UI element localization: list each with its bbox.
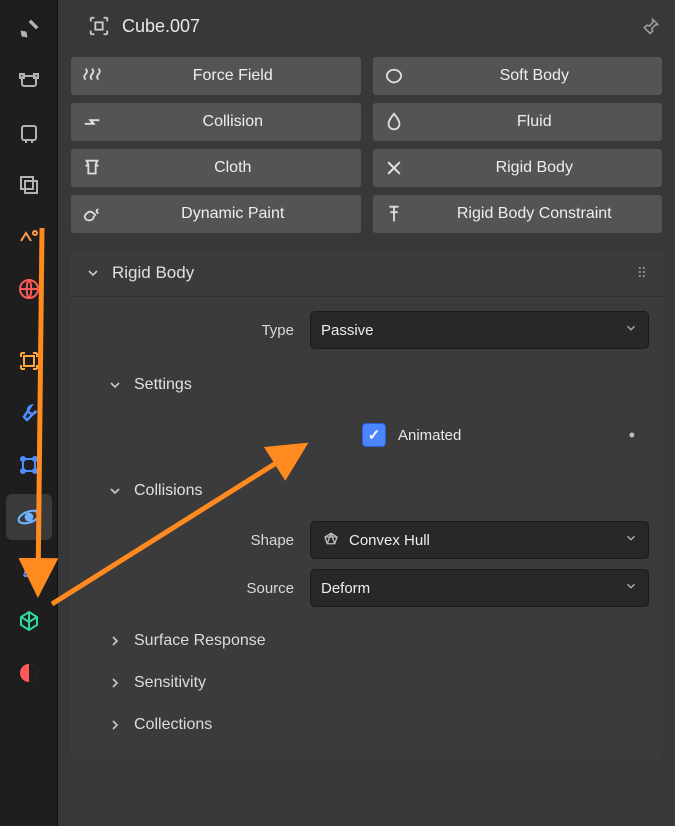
cloth-icon [79,157,105,179]
chevron-right-icon [106,632,124,650]
tab-tool[interactable] [6,6,52,52]
settings-subpanel-header[interactable]: Settings [84,365,649,405]
chevron-right-icon [106,716,124,734]
chevron-right-icon [106,674,124,692]
source-label: Source [84,580,300,597]
tab-data[interactable] [6,598,52,644]
animated-checkbox[interactable]: ✓ [362,423,386,447]
tab-render[interactable] [6,58,52,104]
properties-main: Cube.007 Force Field [58,0,675,826]
physics-modules-grid: Force Field Collision Cloth [70,56,663,234]
tab-output[interactable] [6,110,52,156]
rigid-body-constraint-button[interactable]: Rigid Body Constraint [372,194,664,234]
rigid-body-constraint-icon [381,203,407,225]
tab-modifier[interactable] [6,390,52,436]
chevron-down-icon [106,376,124,394]
soft-body-icon [381,65,407,87]
pin-icon[interactable] [639,14,663,38]
tab-viewlayer[interactable] [6,162,52,208]
tab-material[interactable] [6,650,52,696]
source-select[interactable]: Deform [310,569,649,607]
collision-button[interactable]: Collision [70,102,362,142]
tab-scene[interactable] [6,214,52,260]
fluid-icon [381,111,407,133]
type-select[interactable]: Passive [310,311,649,349]
source-row: Source Deform [84,569,649,607]
tab-physics[interactable] [6,494,52,540]
tab-constraint[interactable] [6,546,52,592]
shape-label: Shape [84,532,300,549]
type-label: Type [84,322,300,339]
force-field-icon [79,65,105,87]
shape-select[interactable]: Convex Hull [310,521,649,559]
tab-particle[interactable] [6,442,52,488]
properties-tab-sidebar [0,0,58,826]
remove-icon [381,158,407,178]
force-field-button[interactable]: Force Field [70,56,362,96]
dynamic-paint-icon [79,203,105,225]
collections-subpanel-header[interactable]: Collections [106,707,649,743]
rigid-body-panel: Rigid Body ⠿ Type Passive [70,250,663,761]
animated-row: ✓ Animated • [84,415,649,455]
object-header: Cube.007 [70,6,663,46]
chevron-down-icon [624,531,638,549]
fluid-button[interactable]: Fluid [372,102,664,142]
chevron-down-icon [84,264,102,282]
animated-label: Animated [398,427,461,444]
tab-object[interactable] [6,338,52,384]
tab-world[interactable] [6,266,52,312]
keyframe-dot-icon[interactable]: • [629,425,649,446]
chevron-down-icon [624,579,638,597]
collision-icon [79,111,105,133]
convex-hull-icon [321,531,341,549]
rigid-body-panel-header[interactable]: Rigid Body ⠿ [70,250,663,297]
rigid-body-button[interactable]: Rigid Body [372,148,664,188]
chevron-down-icon [624,321,638,339]
rigid-body-title: Rigid Body [112,263,194,283]
shape-row: Shape Convex Hull [84,521,649,559]
surface-response-subpanel-header[interactable]: Surface Response [106,623,649,659]
collisions-subpanel-header[interactable]: Collisions [84,471,649,511]
type-row: Type Passive [84,311,649,349]
soft-body-button[interactable]: Soft Body [372,56,664,96]
dynamic-paint-button[interactable]: Dynamic Paint [70,194,362,234]
sensitivity-subpanel-header[interactable]: Sensitivity [106,665,649,701]
drag-grip-icon[interactable]: ⠿ [637,265,649,282]
object-select-icon [88,15,110,37]
cloth-button[interactable]: Cloth [70,148,362,188]
object-name: Cube.007 [122,16,200,37]
chevron-down-icon [106,482,124,500]
